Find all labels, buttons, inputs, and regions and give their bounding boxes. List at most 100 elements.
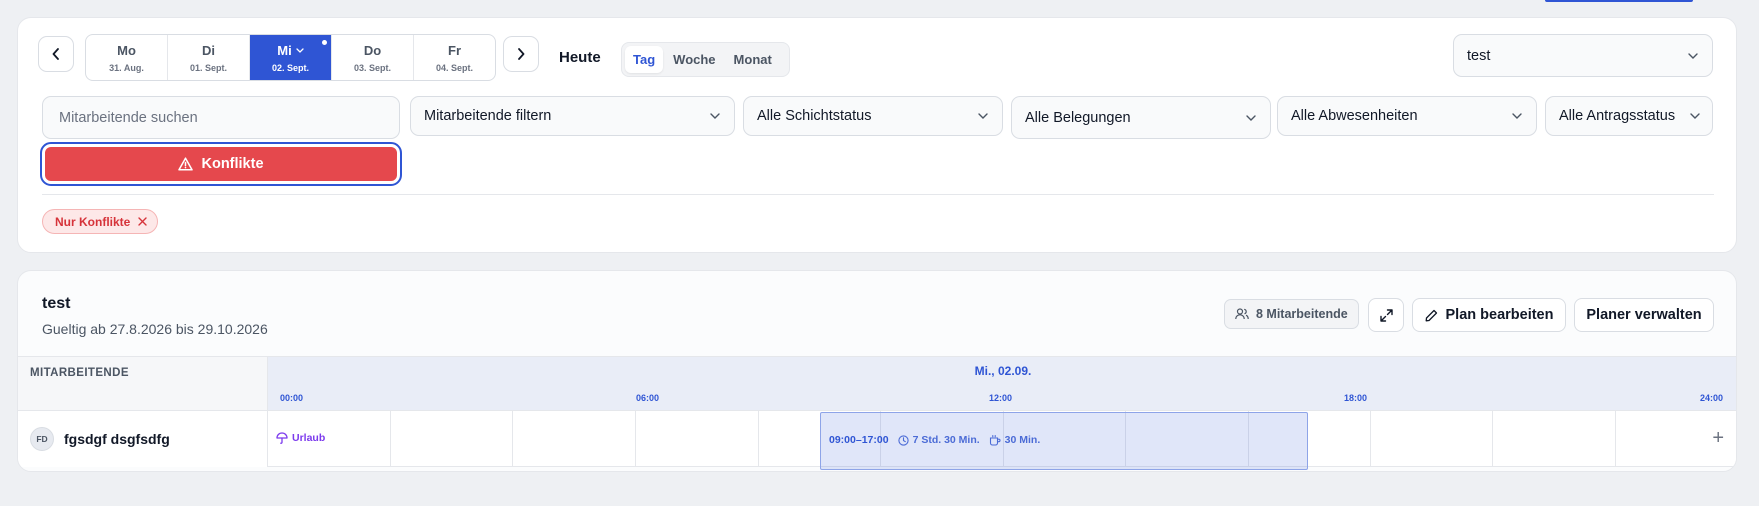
chevron-down-icon xyxy=(1690,113,1700,119)
shift-break: 30 Min. xyxy=(989,434,1040,446)
assignment-select[interactable]: Alle Belegungen xyxy=(1011,96,1271,139)
day-do[interactable]: Do 03. Sept. xyxy=(332,35,414,80)
shift-duration: 7 Std. 30 Min. xyxy=(897,434,980,446)
hour-gridline xyxy=(1370,411,1371,467)
day-date: 01. Sept. xyxy=(189,62,227,73)
chevron-down-icon xyxy=(296,47,304,53)
day-name: Do xyxy=(363,42,382,58)
chevron-down-icon xyxy=(1246,114,1256,121)
absence-marker[interactable]: Urlaub xyxy=(276,432,325,444)
chevron-left-icon xyxy=(52,48,59,60)
divider xyxy=(42,194,1714,195)
conflicts-button-label: Konflikte xyxy=(201,156,264,172)
filter-card: Mo 31. Aug. Di 01. Sept. Mi 02. Sept. Do… xyxy=(17,17,1737,253)
day-name: Mi xyxy=(277,42,292,58)
plan-card: test Gueltig ab 27.8.2026 bis 29.10.2026… xyxy=(17,270,1737,472)
edit-plan-label: Plan bearbeiten xyxy=(1445,307,1554,323)
shift-time: 09:00–17:00 xyxy=(829,434,889,446)
employee-column-label: MITARBEITENDE xyxy=(30,367,129,379)
view-tab-woche[interactable]: Woche xyxy=(665,46,723,73)
hour-label: 00:00 xyxy=(280,393,304,403)
employee-count: 8 Mitarbeitende xyxy=(1256,307,1348,321)
day-date: 31. Aug. xyxy=(109,62,144,73)
expand-icon xyxy=(1379,308,1393,322)
day-selector: Mo 31. Aug. Di 01. Sept. Mi 02. Sept. Do… xyxy=(85,34,496,81)
view-tab-monat[interactable]: Monat xyxy=(726,46,780,73)
hour-label: 12:00 xyxy=(989,393,1013,403)
coffee-cup-icon xyxy=(989,434,1001,446)
employee-search-input[interactable]: Mitarbeitende suchen xyxy=(42,96,400,139)
day-date: 03. Sept. xyxy=(353,62,391,73)
expand-button[interactable] xyxy=(1368,298,1404,332)
top-accent-bar xyxy=(1545,0,1693,2)
employee-column-header: MITARBEITENDE xyxy=(18,356,268,411)
absence-select[interactable]: Alle Abwesenheiten xyxy=(1277,96,1537,136)
manage-planners-button[interactable]: Planer verwalten xyxy=(1574,298,1714,332)
add-shift-icon[interactable]: + xyxy=(1712,428,1724,448)
close-icon[interactable] xyxy=(138,217,148,226)
day-date: 04. Sept. xyxy=(435,62,473,73)
hour-gridline xyxy=(1492,411,1493,467)
select-value: Alle Belegungen xyxy=(1025,109,1131,126)
timeline-header: Mi., 02.09. 00:00 06:00 12:00 18:00 24:0… xyxy=(268,356,1736,411)
view-switch: Tag Woche Monat xyxy=(621,42,790,77)
view-tab-tag[interactable]: Tag xyxy=(625,46,664,73)
day-name: Fr xyxy=(448,42,461,58)
select-value: Mitarbeitende filtern xyxy=(424,108,552,124)
plan-title: test xyxy=(42,295,71,312)
prev-day-button[interactable] xyxy=(38,36,74,72)
chevron-down-icon xyxy=(710,113,720,119)
day-fr[interactable]: Fr 04. Sept. xyxy=(414,35,495,80)
day-name-wrap: Mi xyxy=(277,42,304,58)
users-icon xyxy=(1235,308,1249,320)
shift-duration-value: 7 Std. 30 Min. xyxy=(912,434,980,446)
timeline-day-label: Mi., 02.09. xyxy=(974,364,1032,378)
chevron-down-icon xyxy=(1512,113,1522,119)
employee-count-badge: 8 Mitarbeitende xyxy=(1224,299,1359,329)
request-status-select[interactable]: Alle Antragsstatus xyxy=(1545,96,1713,136)
day-mi[interactable]: Mi 02. Sept. xyxy=(250,35,332,80)
employee-name: fgsdgf dsgfsdfg xyxy=(64,431,170,447)
day-mo[interactable]: Mo 31. Aug. xyxy=(86,35,168,80)
clock-icon xyxy=(897,434,909,446)
edit-plan-button[interactable]: Plan bearbeiten xyxy=(1412,298,1566,332)
conflicts-button[interactable]: Konflikte xyxy=(40,142,402,186)
day-name: Di xyxy=(202,42,215,58)
hour-label: 06:00 xyxy=(636,393,660,403)
timeline-row[interactable]: Urlaub 09:00–17:00 7 Std. 30 Min. 30 Min… xyxy=(268,411,1736,470)
plan-select[interactable]: test xyxy=(1453,34,1713,77)
absence-label: Urlaub xyxy=(292,432,326,444)
select-value: Alle Antragsstatus xyxy=(1559,108,1676,124)
warning-icon xyxy=(178,157,194,171)
day-di[interactable]: Di 01. Sept. xyxy=(168,35,250,80)
hour-gridline xyxy=(758,411,759,467)
hour-label: 18:00 xyxy=(1344,393,1368,403)
avatar-initials: FD xyxy=(36,434,48,444)
today-button[interactable]: Heute xyxy=(559,49,601,66)
select-value: Alle Schichtstatus xyxy=(757,108,872,124)
next-day-button[interactable] xyxy=(503,36,539,72)
hour-gridline xyxy=(512,411,513,467)
search-placeholder: Mitarbeitende suchen xyxy=(59,109,198,126)
plan-select-value: test xyxy=(1467,47,1491,64)
shift-status-select[interactable]: Alle Schichtstatus xyxy=(743,96,1003,136)
hour-gridline xyxy=(635,411,636,467)
manage-planners-label: Planer verwalten xyxy=(1586,307,1702,323)
day-name: Mo xyxy=(117,42,136,58)
avatar: FD xyxy=(30,427,54,451)
shift-details: 09:00–17:00 7 Std. 30 Min. 30 Min. xyxy=(829,434,1040,446)
chevron-down-icon xyxy=(1688,52,1698,59)
umbrella-icon xyxy=(276,432,288,444)
chevron-right-icon xyxy=(518,48,525,60)
pencil-icon xyxy=(1425,309,1437,321)
shift-block[interactable]: 09:00–17:00 7 Std. 30 Min. 30 Min. xyxy=(820,412,1308,470)
active-filter-chip[interactable]: Nur Konflikte xyxy=(42,209,159,234)
employee-filter-select[interactable]: Mitarbeitende filtern xyxy=(410,96,735,136)
employee-row-header[interactable]: FD fgsdgf dsgfsdfg xyxy=(18,411,268,467)
plan-validity: Gueltig ab 27.8.2026 bis 29.10.2026 xyxy=(42,321,268,337)
day-date: 02. Sept. xyxy=(271,62,309,73)
hour-label: 24:00 xyxy=(1700,393,1724,403)
chip-label: Nur Konflikte xyxy=(55,214,131,229)
hour-gridline xyxy=(1615,411,1616,467)
select-value: Alle Abwesenheiten xyxy=(1291,108,1418,124)
